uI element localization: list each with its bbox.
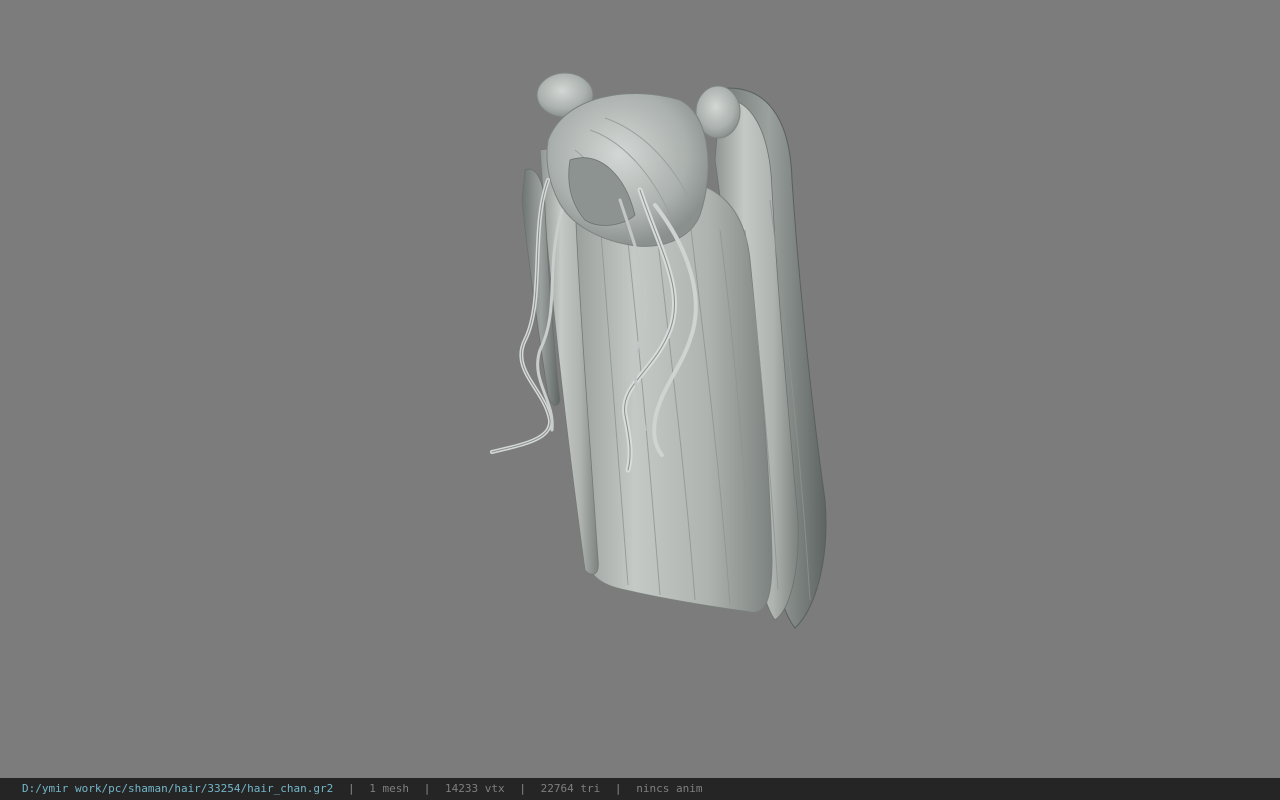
separator: |	[347, 782, 355, 795]
separator: |	[614, 782, 622, 795]
mesh-count: 1 mesh	[369, 782, 410, 795]
3d-viewport[interactable]	[0, 0, 1280, 778]
triangle-count: 22764 tri	[540, 782, 601, 795]
hair-model-render[interactable]	[0, 0, 1280, 778]
vertex-count: 14233 vtx	[445, 782, 505, 795]
animation-status: nincs anim	[636, 782, 703, 795]
separator: |	[423, 782, 431, 795]
status-bar: D:/ymir work/pc/shaman/hair/33254/hair_c…	[0, 778, 1280, 800]
file-path: D:/ymir work/pc/shaman/hair/33254/hair_c…	[22, 782, 334, 795]
separator: |	[519, 782, 526, 795]
